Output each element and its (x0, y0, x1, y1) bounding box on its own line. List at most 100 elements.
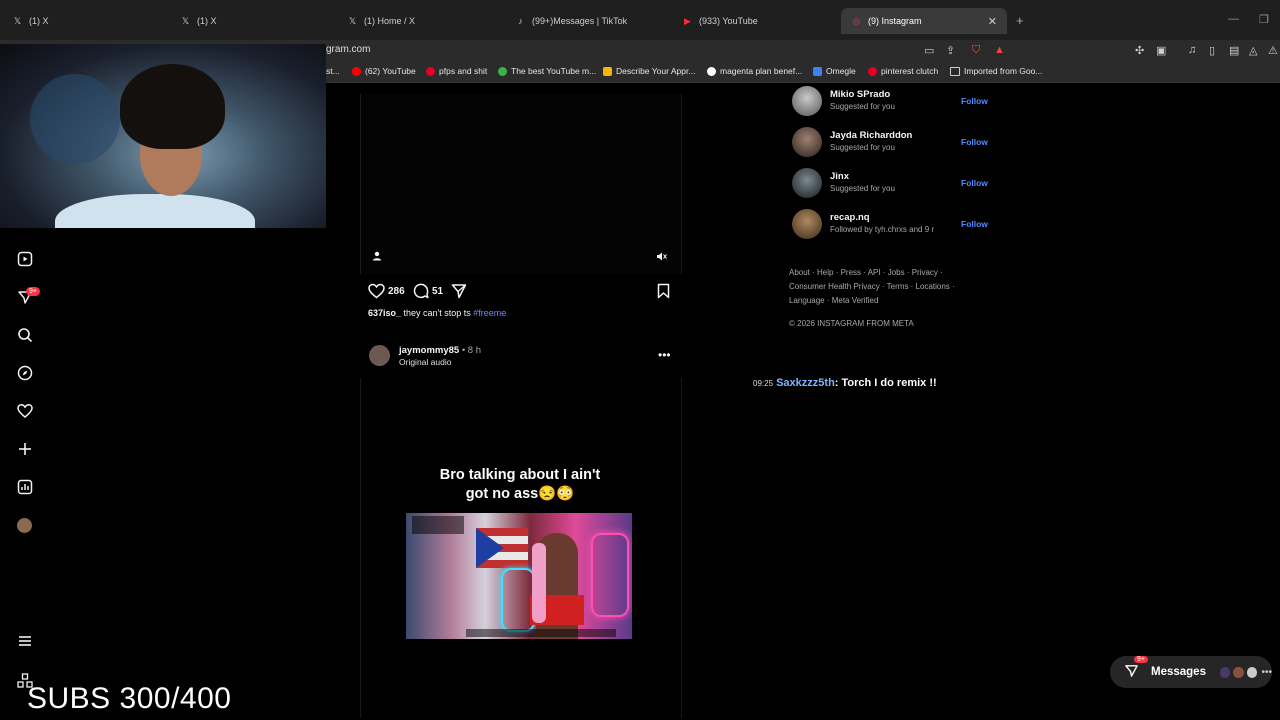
explore-icon[interactable] (14, 362, 36, 384)
suggestion-avatar[interactable] (792, 209, 822, 239)
like-icon[interactable] (367, 282, 385, 300)
close-tab-icon[interactable]: ✕ (988, 15, 997, 28)
media-icon[interactable]: ♫ (1188, 44, 1196, 56)
bookmark-label: The best YouTube m... (511, 66, 597, 76)
brave-rewards-icon[interactable]: ▲ (994, 44, 1005, 56)
tab-x-2[interactable]: 𝕏 (1) X (180, 8, 217, 34)
suggestion-subtitle: Followed by tyh.chrxs and 9 r (830, 225, 935, 234)
cast-icon[interactable]: ▭ (924, 44, 934, 57)
suggestion-avatar[interactable] (792, 86, 822, 116)
menu-icon[interactable] (14, 630, 36, 652)
minimize-icon[interactable]: — (1228, 13, 1239, 25)
stream-chat-message: 09:25 Saxkzzz5th: Torch I do remix !! (753, 377, 937, 389)
bookmark-pinterest[interactable]: pinterest clutch (868, 66, 938, 76)
post-author-username[interactable]: jaymommy85 (399, 345, 459, 356)
copyright: © 2026 INSTAGRAM FROM META (789, 319, 914, 328)
new-tab-button[interactable]: + (1016, 13, 1024, 28)
muted-audio-icon[interactable] (654, 249, 668, 263)
messages-button[interactable]: 9+ Messages ••• (1110, 656, 1272, 688)
post-audio[interactable]: Original audio (399, 357, 451, 367)
suggestion-name[interactable]: Mikio SPrado (830, 89, 890, 100)
google-icon (707, 66, 716, 76)
post-author-avatar[interactable] (369, 345, 390, 366)
wallet2-icon[interactable]: ▤ (1229, 44, 1239, 57)
video-clip-thumbnail[interactable] (406, 513, 632, 639)
suggestion-subtitle: Suggested for you (830, 102, 895, 111)
comment-icon[interactable] (412, 282, 430, 300)
caption-text: they can't stop ts (401, 308, 474, 318)
tagged-user-icon[interactable] (370, 249, 384, 263)
instagram-icon: ◎ (852, 15, 861, 26)
profile-avatar[interactable] (17, 518, 32, 533)
save-icon[interactable] (654, 282, 672, 300)
sidebar-toggle-icon[interactable]: ▯ (1209, 44, 1215, 57)
tab-label: (9) Instagram (868, 16, 922, 26)
dashboard-icon[interactable] (14, 476, 36, 498)
suggestion-avatar[interactable] (792, 168, 822, 198)
create-icon[interactable] (14, 438, 36, 460)
suggestion-name[interactable]: Jayda Richarddon (830, 130, 912, 141)
suggestion-name[interactable]: Jinx (830, 171, 849, 182)
follow-button[interactable]: Follow (961, 96, 988, 106)
caption-username[interactable]: 637iso_ (368, 308, 401, 318)
extensions-icon[interactable]: ✣ (1135, 44, 1144, 57)
wallet-icon[interactable]: ▣ (1156, 44, 1166, 57)
post-author: jaymommy85 • 8 h (399, 345, 481, 356)
suggestion-avatar[interactable] (792, 127, 822, 157)
tab-tiktok[interactable]: ♪ (99+)Messages | TikTok (515, 8, 627, 34)
browser-tab-bar: 𝕏 (1) X 𝕏 (1) X 𝕏 (1) Home / X ♪ (99+)Me… (0, 0, 1280, 40)
tab-label: (1) X (29, 16, 49, 26)
messages-icon: 9+ (1124, 656, 1148, 681)
bookmark-describe[interactable]: Describe Your Appr... (603, 66, 695, 76)
suggestion-subtitle: Suggested for you (830, 143, 895, 152)
webcam-background (30, 74, 120, 164)
share-icon[interactable] (450, 282, 468, 300)
brave-shield-icon[interactable]: ⛉ (972, 44, 980, 57)
tiktok-icon: ♪ (518, 16, 523, 26)
tab-x-home[interactable]: 𝕏 (1) Home / X (347, 8, 415, 34)
reels-icon[interactable] (14, 248, 36, 270)
bookmark-best-youtube[interactable]: The best YouTube m... (498, 66, 596, 76)
leaf-icon (498, 66, 507, 76)
bookmark-item[interactable]: st... (326, 66, 340, 76)
bookmark-omegle[interactable]: Omegle (813, 66, 856, 76)
heart-icon[interactable] (14, 400, 36, 422)
more-options-icon[interactable]: ••• (658, 348, 671, 362)
follow-button[interactable]: Follow (961, 137, 988, 147)
follow-button[interactable]: Follow (961, 178, 988, 188)
tab-youtube[interactable]: ▶ (933) YouTube (682, 8, 758, 34)
post-caption: 637iso_ they can't stop ts #freeme (368, 308, 506, 318)
footer-links[interactable]: About · Help · Press · API · Jobs · Priv… (789, 266, 964, 308)
caption-hashtag[interactable]: #freeme (473, 308, 506, 318)
x-logo-icon: 𝕏 (348, 15, 357, 26)
messages-badge: 9+ (1134, 656, 1148, 663)
tab-instagram[interactable]: ◎ (9) Instagram ✕ (841, 8, 1007, 34)
stream-bottom-bar (466, 629, 616, 637)
chat-time: 09:25 (753, 379, 774, 388)
url-field[interactable]: gram.com (326, 44, 370, 55)
restore-icon[interactable]: ❐ (1259, 13, 1269, 26)
bookmark-label: pfps and shit (439, 66, 488, 76)
bookmark-imported[interactable]: Imported from Goo... (950, 66, 1042, 76)
bookmark-youtube[interactable]: (62) YouTube (352, 66, 416, 76)
stream-overlay-box (412, 516, 464, 534)
more-icon: ••• (1261, 666, 1272, 678)
share-icon[interactable]: ⇪ (946, 44, 955, 57)
chat-text: : Torch I do remix !! (834, 377, 937, 389)
messages-badge: 9+ (26, 287, 40, 296)
suggestion-name[interactable]: recap.nq (830, 212, 870, 223)
suggestion-subtitle: Suggested for you (830, 184, 895, 193)
menu-icon[interactable]: ⚠ (1268, 44, 1278, 57)
tab-x-1[interactable]: 𝕏 (1) X (12, 8, 49, 34)
webcam-hair (120, 64, 225, 149)
subs-goal-overlay: SUBS 300/400 (27, 682, 232, 715)
follow-button[interactable]: Follow (961, 219, 988, 229)
search-icon[interactable] (14, 324, 36, 346)
bookmark-magenta[interactable]: magenta plan benef... (707, 66, 802, 76)
post-media[interactable] (360, 94, 682, 274)
tab-label: (933) YouTube (699, 16, 758, 26)
vpn-icon[interactable]: ◬ (1249, 44, 1257, 57)
post-time: • 8 h (459, 345, 482, 356)
bookmark-pfps[interactable]: pfps and shit (426, 66, 487, 76)
like-count: 286 (388, 286, 405, 297)
